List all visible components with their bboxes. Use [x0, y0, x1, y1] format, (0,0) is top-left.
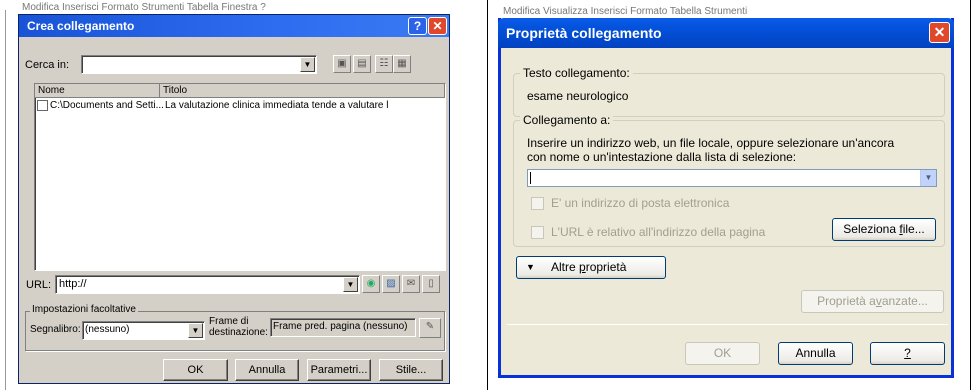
background-divider-left [5, 10, 6, 390]
create-link-dialog: Crea collegamento ? ✕ Cerca in: ▼ ▣ ▤ ☷ … [18, 14, 450, 384]
more-properties-text-end: roprietà [585, 260, 627, 274]
ok-button[interactable]: OK [685, 342, 760, 365]
more-properties-toggle[interactable]: ▼ Altre proprietà [516, 256, 666, 279]
web-browse-icon[interactable]: ◉ [362, 275, 380, 293]
select-file-button[interactable]: Seleziona file... [832, 218, 936, 241]
instruction-line1: Inserire un indirizzo web, un file local… [527, 136, 895, 150]
link-target-legend: Collegamento a: [520, 113, 614, 127]
link-properties-dialog: Proprietà collegamento ✕ Testo collegame… [498, 18, 954, 378]
background-menu-right: Modifica Visualizza Inserisci Formato Ta… [503, 6, 748, 17]
chevron-down-icon[interactable]: ▼ [300, 57, 315, 72]
link-text-value: esame neurologico [527, 89, 629, 103]
create-link-title: Crea collegamento [27, 19, 135, 33]
url-value: http:// [59, 278, 87, 290]
close-icon[interactable]: ✕ [428, 17, 447, 35]
separator [507, 324, 948, 325]
help-button[interactable]: ? [870, 342, 945, 365]
column-header-titolo[interactable]: Titolo [160, 84, 445, 98]
help-icon[interactable]: ? [408, 17, 427, 35]
optional-settings-label: Impostazioni facoltative [30, 304, 138, 315]
chevron-down-icon[interactable]: ▼ [920, 170, 936, 186]
close-icon[interactable]: ✕ [929, 22, 950, 43]
frame-label-line2: destinazione: [209, 327, 268, 338]
address-combobox[interactable]: ▼ [527, 169, 937, 187]
relative-url-checkbox[interactable] [531, 226, 544, 239]
more-properties-label: Altre proprietà [551, 257, 626, 278]
cerca-in-label: Cerca in: [25, 59, 70, 71]
email-checkbox[interactable] [531, 197, 544, 210]
document-link-icon [37, 100, 48, 111]
url-combobox[interactable]: http:// ▼ [55, 275, 360, 294]
relative-url-checkbox-label: L'URL è relativo all'indirizzo della pag… [551, 225, 766, 239]
help-button-label: ? [904, 346, 911, 360]
triangle-down-icon: ▼ [526, 262, 535, 272]
advanced-properties-button[interactable]: Proprietà avanzate... [801, 290, 944, 313]
background-divider [487, 0, 488, 390]
cancel-button[interactable]: Annulla [235, 359, 299, 381]
list-item-title: La valutazione clinica immediata tende a… [165, 100, 389, 111]
create-link-titlebar: Crea collegamento ? ✕ [19, 15, 449, 37]
email-checkbox-label: E' un indirizzo di posta elettronica [551, 196, 730, 210]
cancel-button[interactable]: Annulla [778, 342, 853, 365]
advanced-text: Proprietà a [817, 294, 876, 308]
cerca-in-combobox[interactable]: ▼ [81, 55, 317, 74]
new-folder-icon[interactable]: ▤ [353, 55, 371, 73]
chevron-down-icon[interactable]: ▼ [343, 277, 358, 292]
new-page-icon[interactable]: ▯ [422, 275, 440, 293]
frame-field: Frame pred. pagina (nessuno) [270, 318, 416, 337]
column-header-nome[interactable]: Nome [35, 84, 160, 98]
url-label: URL: [26, 279, 52, 291]
link-target-group: Collegamento a: Inserire un indirizzo we… [513, 113, 945, 247]
chevron-down-icon[interactable]: ▼ [188, 323, 203, 338]
more-properties-accel: p [579, 260, 586, 274]
email-icon[interactable]: ✉ [402, 275, 420, 293]
segnalibro-value: (nessuno) [85, 324, 130, 335]
link-properties-title: Proprietà collegamento [506, 25, 662, 41]
select-file-text-end: ile... [902, 222, 925, 236]
frame-label-line1: Frame di [209, 316, 249, 327]
file-list[interactable]: Nome Titolo C:\Documents and Setti... La… [34, 83, 446, 271]
ok-button[interactable]: OK [163, 359, 228, 381]
segnalibro-combobox[interactable]: (nessuno) ▼ [82, 321, 205, 340]
background-menu-left: Modifica Inserisci Formato Strumenti Tab… [22, 2, 266, 13]
edit-pencil-icon[interactable]: ✎ [419, 318, 441, 338]
text-caret [530, 172, 531, 184]
params-button[interactable]: Parametri... [307, 359, 371, 381]
list-view-icon[interactable]: ☷ [375, 55, 393, 73]
link-text-group: Testo collegamento: esame neurologico [513, 66, 945, 117]
segnalibro-label: Segnalibro: [30, 324, 81, 335]
link-text-legend: Testo collegamento: [520, 66, 633, 80]
optional-settings-group: Impostazioni facoltative Segnalibro: (ne… [25, 304, 445, 351]
details-view-icon[interactable]: ▦ [393, 55, 411, 73]
list-item-name: C:\Documents and Setti... [50, 100, 164, 111]
background-divider-right [970, 0, 971, 390]
folder-up-icon[interactable]: ▣ [333, 55, 351, 73]
select-file-text: Seleziona [843, 222, 900, 236]
link-properties-titlebar: Proprietà collegamento ✕ [498, 18, 954, 48]
advanced-text-end: anzate... [881, 294, 928, 308]
instruction-line2: con nome o un'intestazione dalla lista d… [527, 150, 797, 164]
frame-value: Frame pred. pagina (nessuno) [273, 321, 408, 332]
file-browse-icon[interactable]: ▨ [382, 275, 400, 293]
style-button[interactable]: Stile... [379, 359, 443, 381]
more-properties-text: Altre [551, 260, 580, 274]
list-item[interactable]: C:\Documents and Setti... La valutazione… [37, 99, 442, 113]
